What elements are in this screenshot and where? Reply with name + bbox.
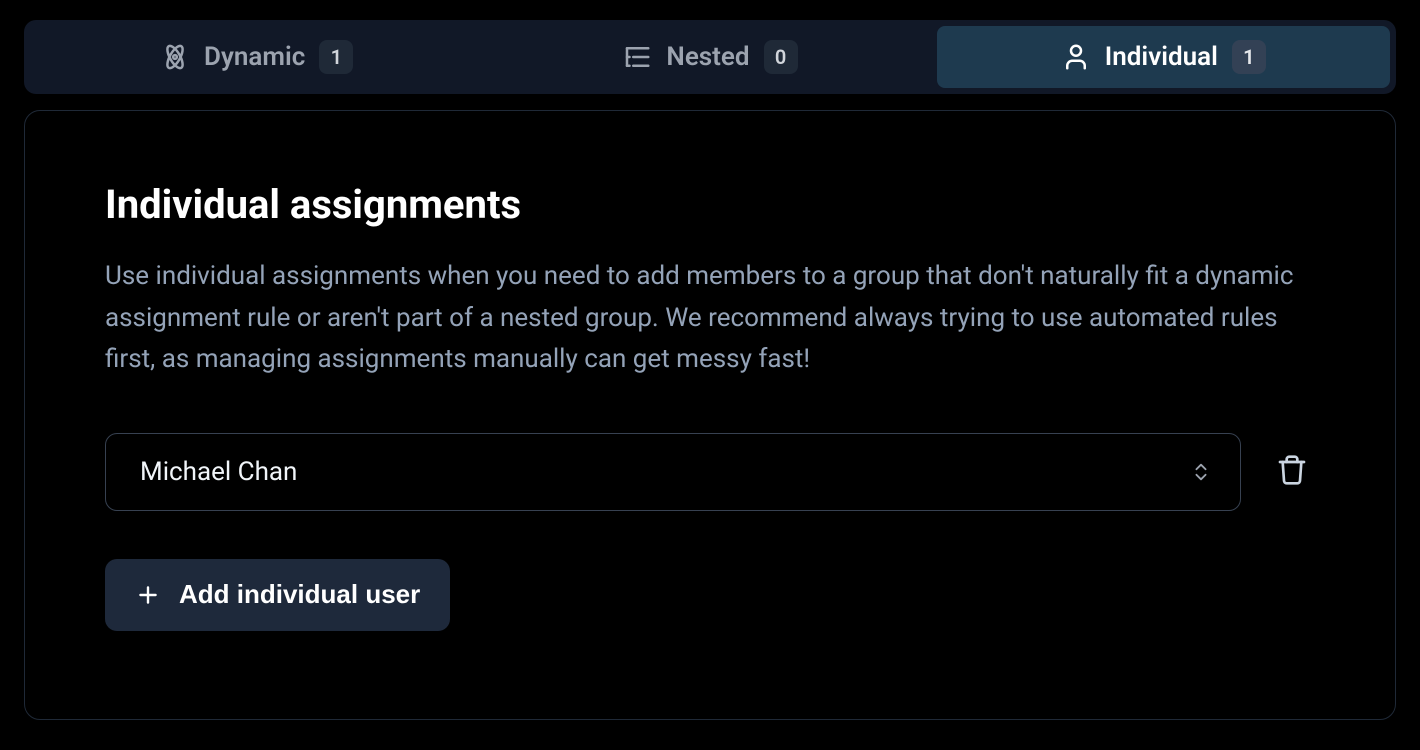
add-button-label: Add individual user [179, 579, 420, 610]
tab-count-badge: 1 [319, 40, 353, 74]
tab-count-badge: 1 [1232, 40, 1266, 74]
panel-description: Use individual assignments when you need… [105, 256, 1315, 381]
list-tree-icon [622, 42, 652, 72]
user-icon [1061, 42, 1091, 72]
tab-label: Individual [1105, 42, 1218, 72]
panel-title: Individual assignments [105, 181, 1315, 228]
plus-icon [135, 582, 161, 608]
tab-individual[interactable]: Individual 1 [937, 26, 1390, 88]
add-individual-user-button[interactable]: Add individual user [105, 559, 450, 631]
trash-icon [1276, 454, 1308, 489]
assignment-type-tabs: Dynamic 1 Nested 0 Individual 1 [24, 20, 1396, 94]
delete-assignment-button[interactable] [1269, 449, 1315, 495]
atom-icon [160, 42, 190, 72]
tab-label: Dynamic [204, 42, 305, 72]
user-select-value: Michael Chan [140, 457, 297, 487]
tab-label: Nested [666, 42, 749, 72]
tab-count-badge: 0 [764, 40, 798, 74]
user-select[interactable]: Michael Chan [105, 433, 1241, 511]
assignment-row: Michael Chan [105, 433, 1315, 511]
tab-dynamic[interactable]: Dynamic 1 [30, 26, 483, 88]
individual-assignments-panel: Individual assignments Use individual as… [24, 110, 1396, 720]
tab-nested[interactable]: Nested 0 [483, 26, 936, 88]
chevrons-up-down-icon [1190, 461, 1212, 483]
